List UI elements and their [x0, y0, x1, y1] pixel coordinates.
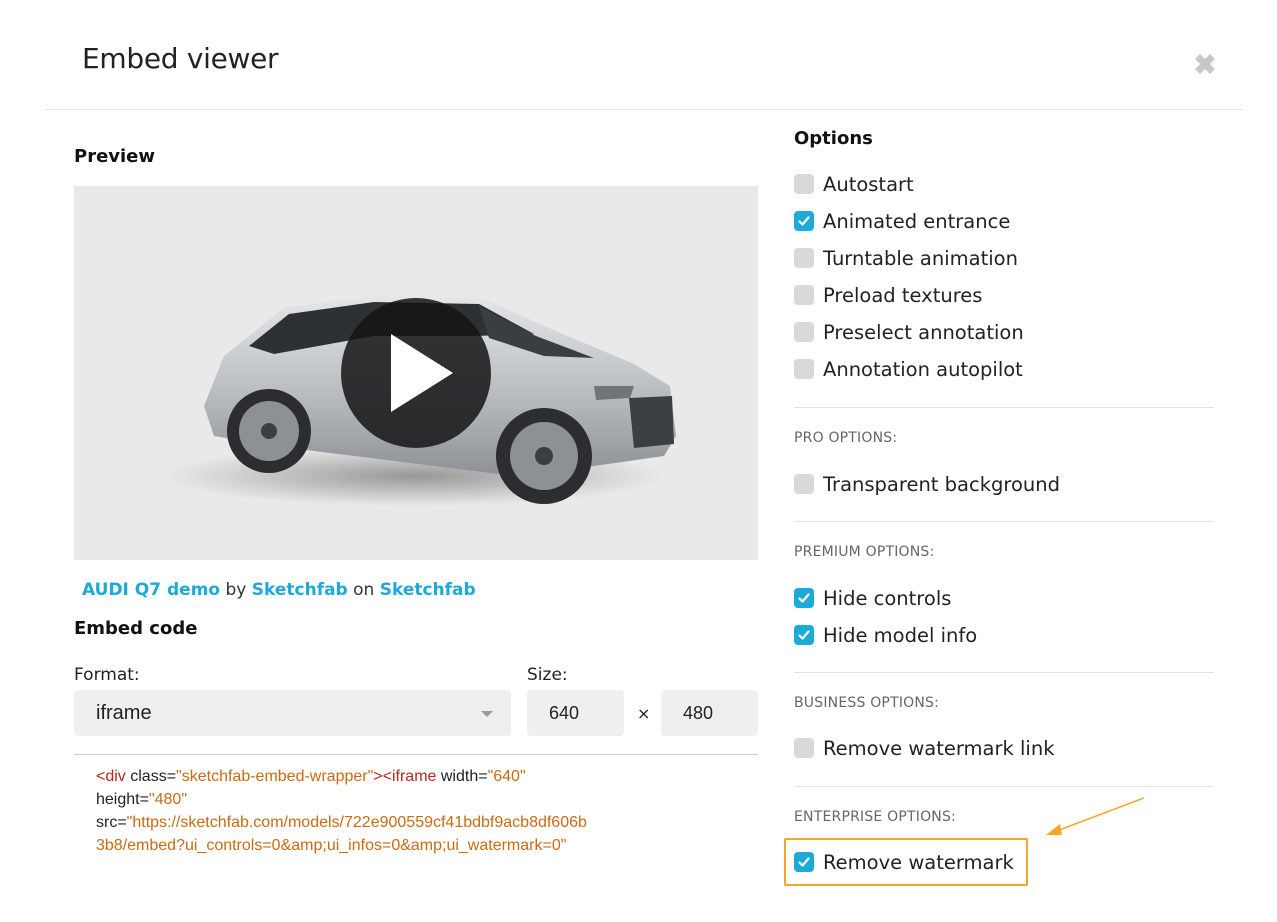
- play-button[interactable]: [341, 298, 491, 448]
- annotation-arrow-icon: [1046, 797, 1145, 835]
- checkbox-checked[interactable]: [794, 211, 814, 231]
- model-credit: AUDI Q7 demo by Sketchfab on Sketchfab: [82, 580, 476, 600]
- code-part: "sketchfab-embed-wrapper": [176, 768, 374, 785]
- option-animated-entrance[interactable]: Animated entrance: [794, 209, 1010, 233]
- business-options-heading: BUSINESS OPTIONS:: [794, 695, 940, 711]
- close-icon[interactable]: [1189, 48, 1221, 80]
- embed-code-heading: Embed code: [74, 618, 198, 639]
- divider: [794, 521, 1214, 522]
- code-part: "https://sketchfab.com/models/722e900559…: [126, 814, 587, 831]
- code-part: class=: [125, 768, 177, 785]
- model-link[interactable]: AUDI Q7 demo: [82, 580, 220, 600]
- checkbox[interactable]: [794, 322, 814, 342]
- annotation-highlight-box: [784, 838, 1028, 886]
- chevron-down-icon: [481, 711, 493, 717]
- option-label: Annotation autopilot: [823, 357, 1023, 381]
- checkmark-icon: [798, 593, 810, 603]
- option-label: Remove watermark link: [823, 736, 1055, 760]
- checkbox[interactable]: [794, 474, 814, 494]
- option-label: Preload textures: [823, 283, 983, 307]
- option-turntable-animation[interactable]: Turntable animation: [794, 246, 1018, 270]
- checkbox-checked[interactable]: [794, 588, 814, 608]
- option-autostart[interactable]: Autostart: [794, 172, 914, 196]
- checkbox[interactable]: [794, 285, 814, 305]
- option-label: Hide controls: [823, 586, 952, 610]
- checkbox[interactable]: [794, 174, 814, 194]
- option-remove-watermark-link[interactable]: Remove watermark link: [794, 736, 1055, 760]
- size-label: Size:: [527, 665, 568, 685]
- embed-code-textarea[interactable]: <div class="sketchfab-embed-wrapper"><if…: [74, 754, 758, 882]
- checkbox[interactable]: [794, 738, 814, 758]
- checkbox[interactable]: [794, 359, 814, 379]
- option-label: Transparent background: [823, 472, 1060, 496]
- enterprise-options-heading: ENTERPRISE OPTIONS:: [794, 809, 956, 825]
- credit-by: by: [225, 580, 247, 600]
- divider: [794, 407, 1214, 408]
- divider: [794, 786, 1214, 787]
- option-label: Autostart: [823, 172, 914, 196]
- model-preview[interactable]: [74, 186, 758, 560]
- checkmark-icon: [798, 630, 810, 640]
- option-preselect-annotation[interactable]: Preselect annotation: [794, 320, 1024, 344]
- code-part: src=: [96, 814, 127, 831]
- option-label: Turntable animation: [823, 246, 1018, 270]
- option-hide-controls[interactable]: Hide controls: [794, 586, 951, 610]
- code-part: "480": [148, 791, 187, 808]
- options-heading: Options: [794, 128, 873, 149]
- option-label: Preselect annotation: [823, 320, 1024, 344]
- code-part: <div: [96, 768, 126, 785]
- width-input[interactable]: 640: [527, 690, 624, 736]
- option-label: Hide model info: [823, 623, 978, 647]
- credit-on: on: [353, 580, 375, 600]
- preview-heading: Preview: [74, 146, 156, 167]
- size-times: ×: [637, 704, 651, 723]
- play-icon: [391, 334, 453, 412]
- site-link[interactable]: Sketchfab: [380, 580, 476, 600]
- option-hide-model-info[interactable]: Hide model info: [794, 623, 977, 647]
- code-part: 3b8/embed?ui_controls=0&amp;ui_infos=0&a…: [96, 837, 567, 854]
- pro-options-heading: PRO OPTIONS:: [794, 430, 898, 446]
- code-part: height=: [96, 791, 149, 808]
- format-value: iframe: [96, 702, 152, 724]
- premium-options-heading: PREMIUM OPTIONS:: [794, 544, 935, 560]
- author-link[interactable]: Sketchfab: [252, 580, 348, 600]
- checkmark-icon: [798, 216, 810, 226]
- checkbox[interactable]: [794, 248, 814, 268]
- option-preload-textures[interactable]: Preload textures: [794, 283, 982, 307]
- code-part: ><iframe: [373, 768, 437, 785]
- dialog-title: Embed viewer: [82, 42, 279, 75]
- format-label: Format:: [74, 665, 140, 685]
- dialog-header: Embed viewer: [45, 0, 1243, 110]
- format-select[interactable]: iframe: [74, 690, 511, 736]
- code-part: width=: [436, 768, 488, 785]
- checkbox-checked[interactable]: [794, 625, 814, 645]
- divider: [794, 672, 1214, 673]
- option-label: Animated entrance: [823, 209, 1011, 233]
- height-input[interactable]: 480: [661, 690, 758, 736]
- option-transparent-background[interactable]: Transparent background: [794, 472, 1060, 496]
- code-part: "640": [487, 768, 526, 785]
- option-annotation-autopilot[interactable]: Annotation autopilot: [794, 357, 1023, 381]
